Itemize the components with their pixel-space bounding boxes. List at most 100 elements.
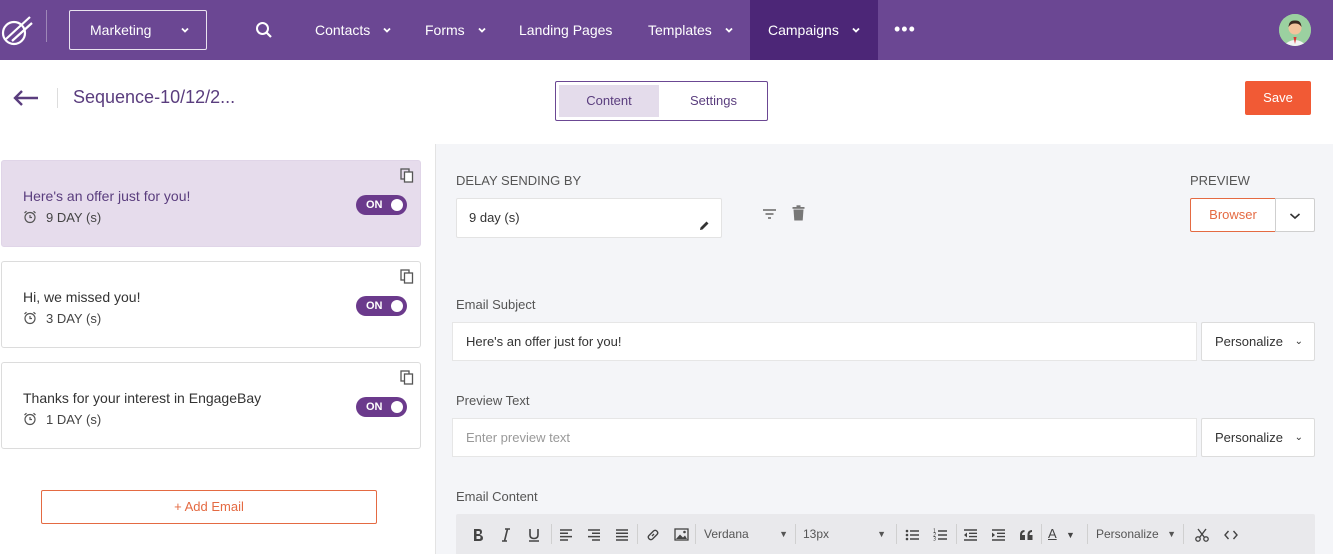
email-card-delay-text: 9 DAY (s) xyxy=(46,210,102,225)
back-arrow-icon[interactable] xyxy=(12,88,40,108)
nav-item-forms[interactable]: Forms xyxy=(425,0,487,60)
preview-label: PREVIEW xyxy=(1190,173,1250,188)
email-toggle[interactable]: ON xyxy=(356,397,407,417)
indent-icon[interactable] xyxy=(989,514,1007,554)
delay-label: DELAY SENDING BY xyxy=(456,173,582,188)
alarm-clock-icon xyxy=(23,311,37,325)
font-family-select[interactable]: Verdana ▼ xyxy=(704,514,788,554)
outdent-icon[interactable] xyxy=(961,514,979,554)
chevron-down-icon xyxy=(1289,213,1301,220)
toolbar-divider xyxy=(551,524,552,544)
text-color-picker[interactable]: A ▼ xyxy=(1048,514,1078,554)
filter-icon[interactable] xyxy=(762,207,777,221)
align-justify-icon[interactable] xyxy=(613,514,631,554)
svg-text:3: 3 xyxy=(933,537,936,542)
email-card-delay: 3 DAY (s) xyxy=(23,311,101,326)
browser-preview-button[interactable]: Browser xyxy=(1190,198,1276,232)
bold-icon[interactable] xyxy=(470,514,486,554)
copy-icon[interactable] xyxy=(400,269,414,284)
workspace-select[interactable]: Marketing xyxy=(69,10,207,50)
toolbar-divider xyxy=(956,524,957,544)
toolbar-divider xyxy=(896,524,897,544)
email-card-delay: 9 DAY (s) xyxy=(23,210,101,225)
font-size-select[interactable]: 13px ▼ xyxy=(803,514,886,554)
add-email-button[interactable]: + Add Email xyxy=(41,490,377,524)
nav-item-label: Forms xyxy=(425,22,465,38)
underline-icon[interactable] xyxy=(526,514,542,554)
caret-down-icon: ▼ xyxy=(1066,530,1075,540)
email-sequence-list: Here's an offer just for you! 9 DAY (s) … xyxy=(0,144,436,554)
scissors-icon[interactable] xyxy=(1193,514,1211,554)
search-icon[interactable] xyxy=(255,21,273,39)
nav-item-label: Contacts xyxy=(315,22,371,38)
email-card[interactable]: Here's an offer just for you! 9 DAY (s) … xyxy=(1,160,421,247)
nav-item-templates[interactable]: Templates xyxy=(648,0,734,60)
engagebay-logo-icon[interactable] xyxy=(0,11,34,47)
font-size-value: 13px xyxy=(803,527,830,541)
chevron-down-icon xyxy=(851,0,861,60)
toolbar-divider xyxy=(795,524,796,544)
top-nav: Marketing Contacts Forms Landing Pages T… xyxy=(0,0,1333,60)
numbered-list-icon[interactable]: 123 xyxy=(931,514,949,554)
blockquote-icon[interactable] xyxy=(1017,514,1035,554)
save-button[interactable]: Save xyxy=(1245,81,1311,115)
chevron-down-icon xyxy=(477,0,487,60)
header-divider xyxy=(57,88,58,108)
preview-text-label: Preview Text xyxy=(456,393,530,408)
more-menu-icon[interactable]: ••• xyxy=(894,20,916,38)
email-subject-input[interactable]: Here's an offer just for you! xyxy=(452,322,1197,361)
chevron-down-icon xyxy=(382,0,392,60)
copy-icon[interactable] xyxy=(400,168,414,183)
chevron-down-icon: ⌄ xyxy=(1294,336,1303,347)
content-settings-tabs: Content Settings xyxy=(555,81,768,121)
nav-item-label: Landing Pages xyxy=(519,22,613,38)
nav-divider xyxy=(46,10,47,42)
image-icon[interactable] xyxy=(672,514,690,554)
email-card-title: Hi, we missed you! xyxy=(23,289,141,305)
nav-item-landing-pages[interactable]: Landing Pages xyxy=(519,0,612,60)
alarm-clock-icon xyxy=(23,412,37,426)
trash-icon[interactable] xyxy=(792,205,805,221)
code-view-icon[interactable] xyxy=(1221,514,1241,554)
email-subject-label: Email Subject xyxy=(456,297,536,312)
toolbar-divider xyxy=(1041,524,1042,544)
align-left-icon[interactable] xyxy=(557,514,575,554)
toggle-label: ON xyxy=(366,300,383,312)
email-toggle[interactable]: ON xyxy=(356,195,407,215)
email-toggle[interactable]: ON xyxy=(356,296,407,316)
pencil-icon[interactable] xyxy=(697,210,711,230)
bulleted-list-icon[interactable] xyxy=(903,514,921,554)
personalize-label: Personalize xyxy=(1215,430,1283,445)
preview-text-input[interactable]: Enter preview text xyxy=(452,418,1197,457)
tab-settings[interactable]: Settings xyxy=(661,85,766,117)
subject-personalize-dropdown[interactable]: Personalize ⌄ xyxy=(1201,322,1315,361)
email-card[interactable]: Hi, we missed you! 3 DAY (s) ON xyxy=(1,261,421,348)
nav-item-campaigns[interactable]: Campaigns xyxy=(750,0,878,60)
tab-content[interactable]: Content xyxy=(559,85,659,117)
email-card-title: Thanks for your interest in EngageBay xyxy=(23,390,262,406)
preview-text-personalize-dropdown[interactable]: Personalize ⌄ xyxy=(1201,418,1315,457)
personalize-toolbar-dropdown[interactable]: Personalize ▼ xyxy=(1096,514,1176,554)
email-card-title: Here's an offer just for you! xyxy=(23,188,191,204)
email-card[interactable]: Thanks for your interest in EngageBay 1 … xyxy=(1,362,421,449)
toolbar-divider xyxy=(1087,524,1088,544)
avatar[interactable] xyxy=(1279,14,1311,46)
copy-icon[interactable] xyxy=(400,370,414,385)
nav-item-contacts[interactable]: Contacts xyxy=(315,0,392,60)
caret-down-icon: ▼ xyxy=(779,529,788,539)
toolbar-divider xyxy=(695,524,696,544)
link-icon[interactable] xyxy=(644,514,662,554)
preview-dropdown-button[interactable] xyxy=(1275,198,1315,232)
email-content-label: Email Content xyxy=(456,489,538,504)
align-right-icon[interactable] xyxy=(585,514,603,554)
page-title[interactable]: Sequence-10/12/2... xyxy=(73,87,235,108)
personalize-toolbar-label: Personalize xyxy=(1096,527,1159,541)
toolbar-divider xyxy=(637,524,638,544)
email-card-delay-text: 3 DAY (s) xyxy=(46,311,102,326)
italic-icon[interactable] xyxy=(498,514,514,554)
font-family-value: Verdana xyxy=(704,527,749,541)
alarm-clock-icon xyxy=(23,210,37,224)
email-card-delay-text: 1 DAY (s) xyxy=(46,412,102,427)
delay-input[interactable]: 9 day (s) xyxy=(456,198,722,238)
toggle-knob xyxy=(391,401,403,413)
